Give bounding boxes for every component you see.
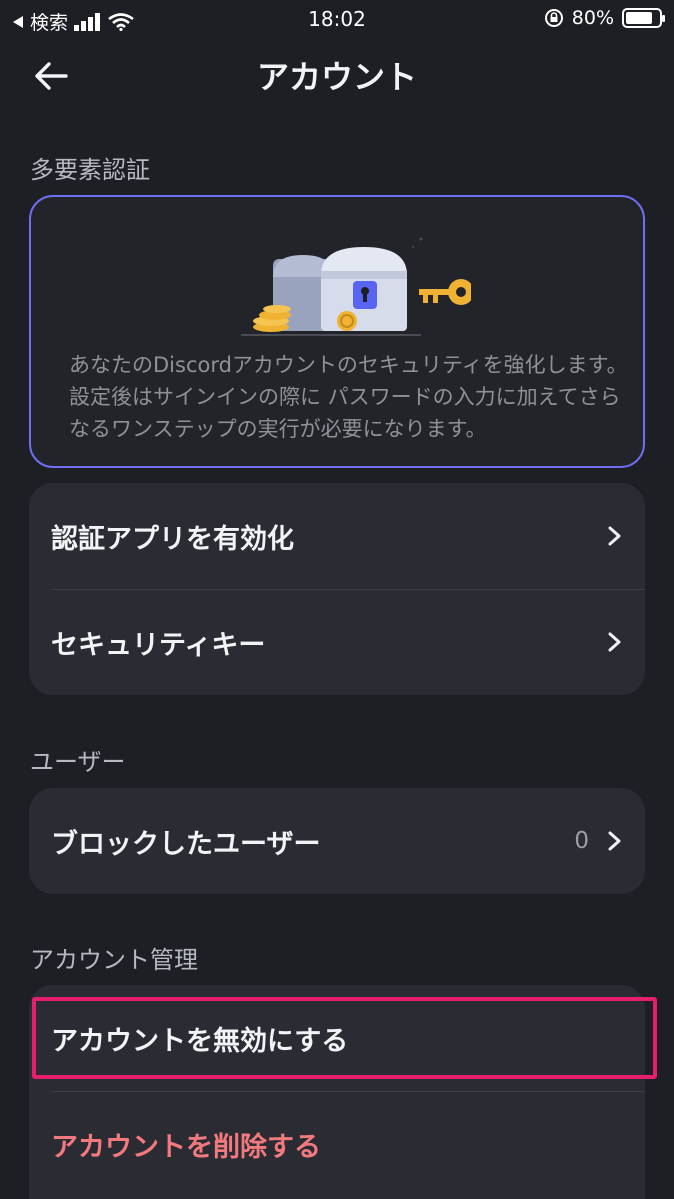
section-header-users: ユーザー — [30, 748, 126, 776]
section-header-account-management: アカウント管理 — [30, 946, 198, 974]
security-key-label: セキュリティキー — [51, 629, 266, 661]
enable-auth-app-row[interactable]: 認証アプリを有効化 — [29, 483, 645, 589]
security-key-row[interactable]: セキュリティキー — [29, 589, 645, 695]
section-header-mfa: 多要素認証 — [30, 156, 150, 184]
chevron-right-icon — [608, 831, 621, 851]
rotation-lock-icon — [544, 9, 563, 27]
disable-account-row[interactable]: アカウントを無効にする — [29, 985, 645, 1091]
page-title: アカウント — [256, 58, 417, 96]
chevron-right-icon — [608, 632, 621, 652]
chevron-right-icon — [608, 526, 621, 546]
enable-auth-app-label: 認証アプリを有効化 — [51, 523, 294, 555]
battery-percent: 80% — [571, 7, 614, 29]
blocked-users-row[interactable]: ブロックしたユーザー 0 — [29, 788, 645, 894]
delete-account-row[interactable]: アカウントを削除する — [29, 1091, 645, 1197]
mfa-options-group: 認証アプリを有効化 セキュリティキー — [29, 483, 645, 695]
battery-icon — [622, 8, 665, 28]
users-group: ブロックしたユーザー 0 — [29, 788, 645, 894]
account-management-group: アカウントを無効にする アカウントを削除する — [29, 985, 645, 1199]
blocked-users-count: 0 — [574, 828, 589, 854]
nav-bar: アカウント — [0, 38, 674, 114]
mfa-description: あなたのDiscordアカウントのセキュリティを強化します。設定後はサインインの… — [69, 353, 628, 441]
blocked-users-label: ブロックしたユーザー — [51, 828, 321, 860]
status-bar: 検索 18:02 80% — [0, 0, 674, 38]
delete-account-label: アカウントを削除する — [51, 1131, 321, 1163]
treasure-chest-key-illustration — [241, 237, 471, 336]
mfa-info-card: あなたのDiscordアカウントのセキュリティを強化します。設定後はサインインの… — [29, 195, 645, 468]
disable-account-label: アカウントを無効にする — [51, 1025, 349, 1057]
status-right: 80% — [544, 7, 665, 29]
